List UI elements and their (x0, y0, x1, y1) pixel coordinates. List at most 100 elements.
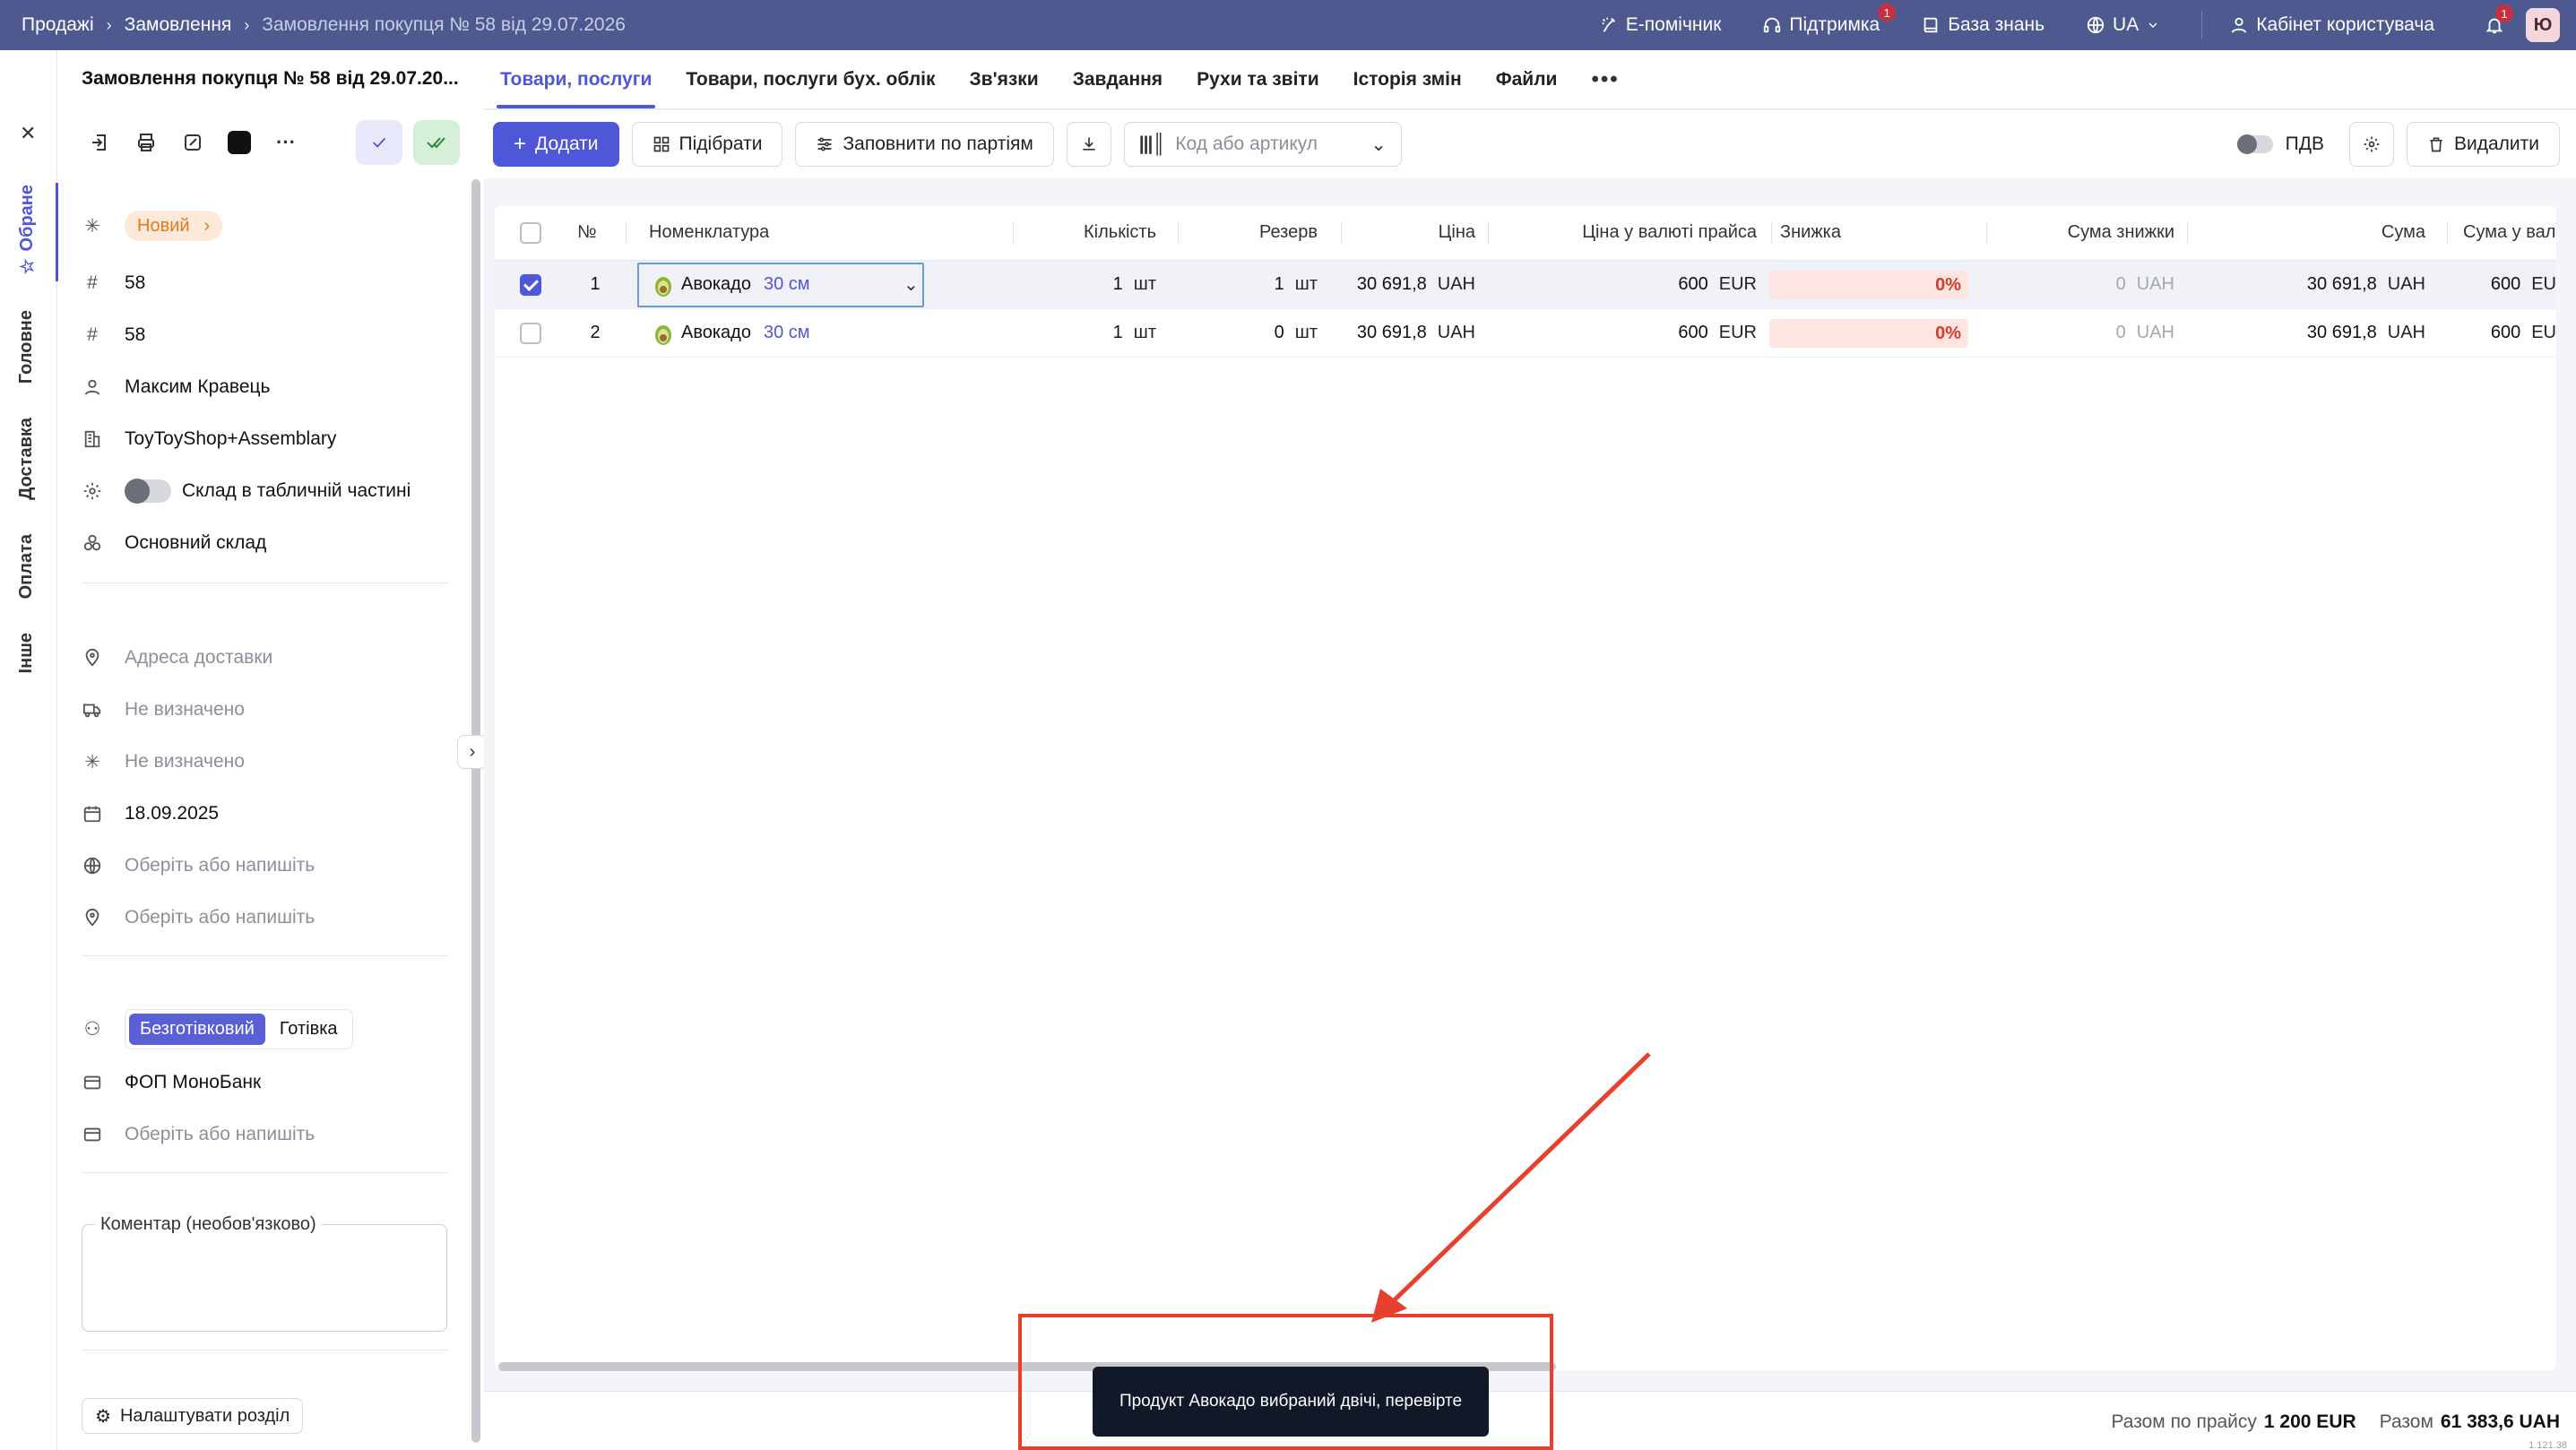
tab-goods-services[interactable]: Товари, послуги (496, 69, 656, 108)
price-value: 30 691,8 (1356, 323, 1427, 342)
choose-row-1[interactable]: Оберіть або напишіть (82, 848, 315, 884)
code-search-input[interactable]: |||║ Код або артикул ⌄ (1123, 122, 1402, 167)
truck-icon (82, 699, 103, 721)
monobank-icon[interactable] (225, 128, 254, 157)
product-cell: Авокадо 30 см (653, 261, 810, 308)
breadcrumb-sales[interactable]: Продажі (22, 14, 94, 36)
avatar[interactable]: Ю (2526, 8, 2560, 42)
number2-row[interactable]: #58 (82, 317, 145, 353)
choose-row-2[interactable]: Оберіть або напишіть (82, 900, 315, 936)
vtab-delivery[interactable]: Доставка (16, 418, 37, 500)
product-cell[interactable]: Авокадо 30 см (653, 309, 810, 357)
collapse-panel-button[interactable]: › (457, 735, 488, 769)
print-icon[interactable] (132, 128, 160, 157)
user-cabinet-link[interactable]: Кабінет користувача (2229, 14, 2434, 36)
delivery-status-row[interactable]: ✳ Не визначено (82, 744, 245, 780)
breadcrumb-orders[interactable]: Замовлення (125, 14, 232, 36)
more-tabs-icon[interactable]: ••• (1591, 67, 1619, 108)
tab-links[interactable]: Зв'язки (970, 69, 1039, 108)
quantity-cell[interactable]: 1 шт (1013, 261, 1156, 308)
price-cell[interactable]: 30 691,8 UAH (1341, 309, 1475, 357)
price-list-cell[interactable]: 600 EUR (1488, 309, 1757, 357)
number-row[interactable]: #58 (82, 265, 145, 301)
select-all-checkbox[interactable] (520, 205, 541, 260)
col-header-discount-sum[interactable]: Сума знижки (1986, 205, 2174, 260)
vtab-main[interactable]: Головне (16, 310, 37, 384)
col-header-number[interactable]: № (577, 205, 596, 260)
more-icon[interactable]: ··· (272, 128, 300, 157)
vtab-favorites-label: Обране (17, 185, 37, 252)
download-button[interactable] (1066, 122, 1111, 167)
company-row[interactable]: ToyToyShop+Assemblary (82, 421, 336, 457)
chevron-down-icon (2148, 22, 2157, 28)
col-header-price[interactable]: Ціна (1341, 205, 1475, 260)
discount-cell[interactable]: 0% (1769, 319, 1968, 348)
quantity-cell[interactable]: 1 шт (1013, 309, 1156, 357)
date-row[interactable]: 18.09.2025 (82, 796, 219, 832)
delivery-address-row[interactable]: Адреса доставки (82, 640, 272, 676)
warehouse-toggle[interactable] (125, 479, 171, 504)
assistant-link[interactable]: E-помічник (1599, 14, 1721, 36)
manager-row[interactable]: Максим Кравець (82, 369, 271, 405)
export-icon[interactable] (85, 128, 114, 157)
document-tabs: Товари, послуги Товари, послуги бух. обл… (484, 50, 2576, 109)
vat-toggle[interactable] (2236, 134, 2273, 154)
configure-section-button[interactable]: ⚙ Налаштувати розділ (82, 1398, 304, 1434)
reserve-cell[interactable]: 0 шт (1178, 309, 1318, 357)
tab-tasks[interactable]: Завдання (1073, 69, 1163, 108)
col-header-discount[interactable]: Знижка (1780, 205, 1841, 260)
status-badge[interactable]: Новий › (125, 211, 223, 241)
delete-button[interactable]: Видалити (2406, 122, 2560, 167)
star-icon: ☆ (16, 257, 38, 278)
price-cell[interactable]: 30 691,8 UAH (1341, 261, 1475, 308)
hash-icon: # (87, 324, 98, 345)
vtab-other[interactable]: Інше (16, 633, 37, 673)
discount-cell[interactable]: 0% (1769, 271, 1968, 299)
add-button[interactable]: + Додати (493, 122, 619, 167)
vtab-payment[interactable]: Оплата (16, 534, 37, 599)
col-header-quantity[interactable]: Кількість (1013, 205, 1156, 260)
delivery-method-row[interactable]: Не визначено (82, 692, 245, 728)
col-header-name[interactable]: Номенклатура (649, 205, 769, 260)
choose-row-3[interactable]: Оберіть або напишіть (82, 1117, 315, 1152)
side-panel-scrollbar[interactable] (471, 179, 480, 1443)
row-checkbox[interactable] (520, 309, 541, 357)
pick-button[interactable]: Підібрати (631, 122, 783, 167)
post-button[interactable] (413, 120, 460, 165)
notifications-button[interactable]: 1 (2485, 4, 2513, 35)
chevron-right-icon: › (244, 15, 250, 34)
support-badge: 1 (1878, 4, 1897, 22)
payment-cash-option[interactable]: Готівка (269, 1014, 349, 1045)
fill-by-batches-button[interactable]: Заповнити по партіям (795, 122, 1054, 167)
settings-button[interactable] (2348, 122, 2394, 167)
payment-cashless-option[interactable]: Безготівковий (129, 1013, 265, 1045)
chevron-down-icon[interactable]: ⌄ (903, 261, 919, 308)
reserve-value: 1 (1274, 274, 1284, 294)
close-icon[interactable]: ✕ (20, 122, 36, 145)
total-price-list: Разом по прайсу 1 200 EUR (2111, 1411, 2356, 1433)
row-checkbox[interactable] (520, 261, 541, 308)
col-header-reserve[interactable]: Резерв (1178, 205, 1318, 260)
comment-textarea[interactable]: Коментар (необов'язково) (82, 1214, 447, 1332)
support-link[interactable]: Підтримка 1 (1762, 4, 1897, 36)
price-list-cell[interactable]: 600 EUR (1488, 261, 1757, 308)
col-header-sum[interactable]: Сума (2187, 205, 2425, 260)
col-header-price-list-currency[interactable]: Ціна у валюті прайса (1488, 205, 1757, 260)
vtab-favorites[interactable]: ☆ Обране (16, 185, 38, 278)
knowledge-base-link[interactable]: База знань (1921, 14, 2044, 36)
edit-icon[interactable] (178, 128, 207, 157)
save-button[interactable] (356, 120, 402, 165)
account-row[interactable]: ФОП МоноБанк (82, 1065, 261, 1100)
warehouse-row[interactable]: Основний склад (82, 525, 266, 561)
tab-goods-accounting[interactable]: Товари, послуги бух. облік (686, 69, 935, 108)
tab-movements-reports[interactable]: Рухи та звіти (1197, 69, 1319, 108)
col-header-sum-list-currency[interactable]: Сума у валюті прайс (2463, 205, 2556, 260)
reserve-cell[interactable]: 1 шт (1178, 261, 1318, 308)
table-row[interactable]: 1 Авокадо 30 см ⌄ 1 шт 1 шт 30 691,8 UAH 60… (495, 261, 2556, 309)
table-row[interactable]: 2 Авокадо 30 см 1 шт 0 шт 30 691,8 UAH 600 E… (495, 309, 2556, 358)
tab-files[interactable]: Файли (1496, 69, 1558, 108)
tab-history[interactable]: Історія змін (1353, 69, 1462, 108)
language-select[interactable]: UA (2086, 14, 2160, 36)
barcode-icon: |||║ (1138, 134, 1165, 154)
status-row: ✳ Новий › (82, 208, 223, 244)
